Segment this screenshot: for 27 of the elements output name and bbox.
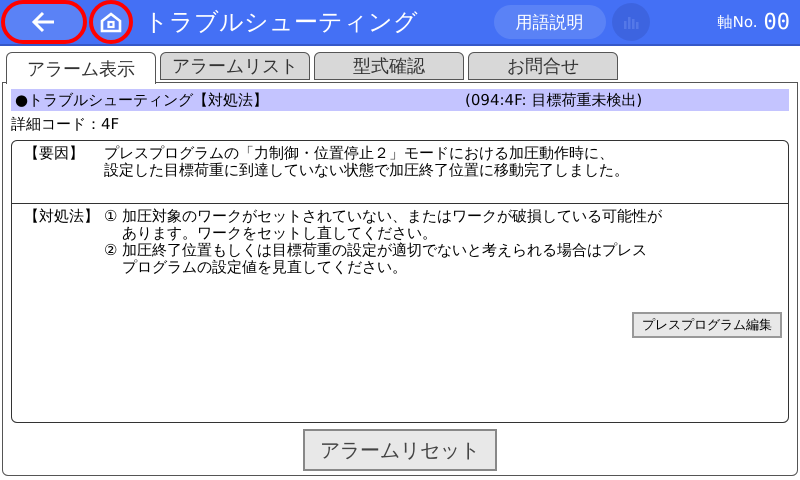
remedy-text: プログラムの設定値を見直してください。	[122, 259, 408, 276]
alarm-code-text: (094:4F: 目標荷重未検出)	[465, 90, 642, 110]
home-icon	[99, 10, 123, 34]
glossary-button[interactable]: 用語説明	[494, 5, 606, 39]
axis-label: 軸No.	[718, 12, 758, 32]
home-button[interactable]	[92, 3, 130, 41]
cause-label: 【要因】	[24, 145, 85, 164]
axis-number: 00	[764, 10, 790, 34]
remedy-text: あります。ワークをセットし直してください。	[122, 225, 438, 242]
cause-text: プレスプログラムの「力制御・位置停止２」モードにおける加圧動作時に、	[104, 145, 615, 162]
cause-text: 設定した目標荷重に到達していない状態で加圧終了位置に移動完了しました。	[104, 162, 629, 179]
item-number: ①	[104, 208, 118, 227]
item-number: ②	[104, 242, 118, 261]
tab[interactable]: お問合せ	[468, 52, 618, 80]
screen-title: トラブルシューティング	[144, 7, 419, 38]
arrow-left-icon	[31, 9, 57, 35]
tab[interactable]: 型式確認	[314, 52, 464, 80]
tab[interactable]: アラームリスト	[160, 52, 310, 80]
back-button[interactable]	[4, 3, 84, 41]
detail-code: 詳細コード：4F	[11, 115, 120, 134]
alarm-reset-button[interactable]: アラームリセット	[303, 429, 497, 471]
heading-title: ●トラブルシューティング【対処法】	[15, 90, 270, 110]
remedy-text: 加圧終了位置もしくは目標荷重の設定が適切でないと考えられる場合はプレス	[122, 242, 647, 259]
remedy-label: 【対処法】	[24, 208, 100, 227]
tab[interactable]: アラーム表示	[6, 52, 156, 84]
remedy-text: 加圧対象のワークがセットされていない、またはワークが破損している可能性が	[122, 208, 662, 225]
edit-program-button[interactable]: プレスプログラム編集	[632, 312, 782, 338]
